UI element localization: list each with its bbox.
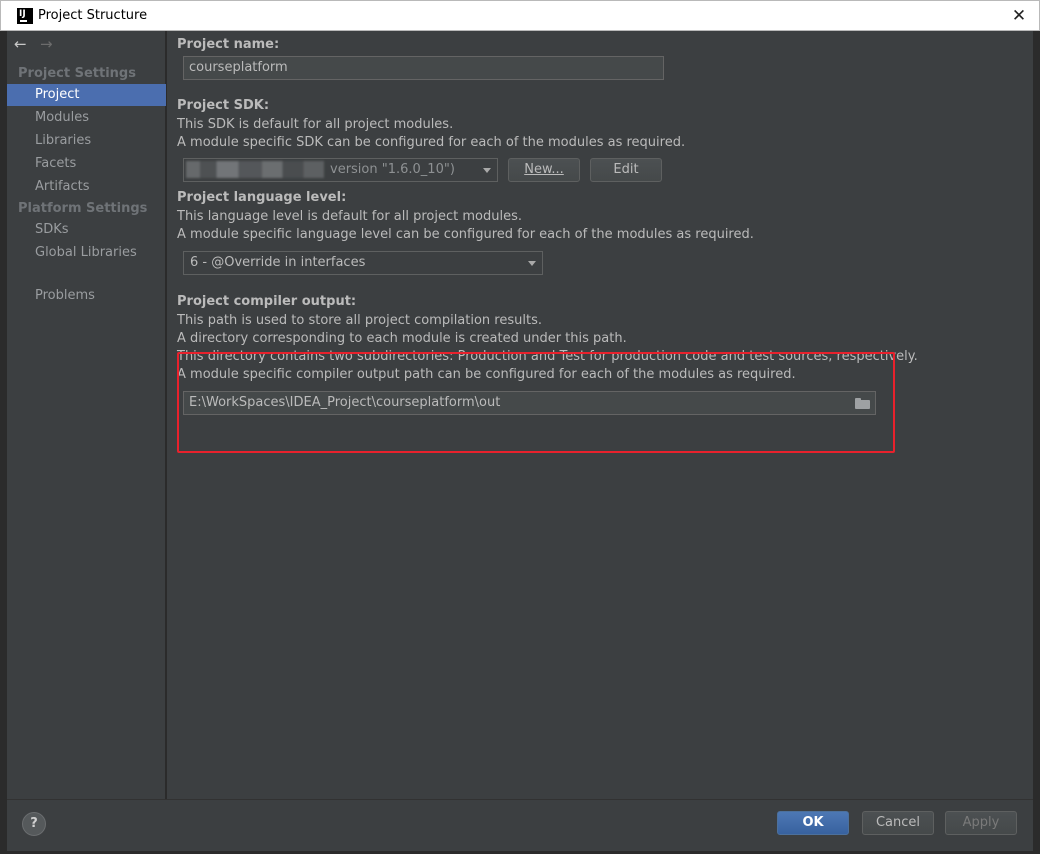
window-title: Project Structure: [38, 8, 148, 23]
redacted-sdk-name: [186, 161, 324, 178]
language-level-value: 6 - @Override in interfaces: [190, 255, 366, 270]
project-sdk-label: Project SDK:: [177, 98, 270, 113]
ok-button[interactable]: OK: [777, 811, 849, 835]
intellij-icon: IJ: [17, 8, 33, 24]
sidebar-item-artifacts[interactable]: Artifacts: [7, 176, 166, 198]
language-level-label: Project language level:: [177, 190, 347, 205]
language-level-desc-2: A module specific language level can be …: [177, 227, 754, 242]
sidebar-item-problems[interactable]: Problems: [7, 285, 166, 307]
help-button[interactable]: ?: [22, 812, 46, 836]
annotation-highlight-box: [177, 352, 895, 453]
arrow-right-icon: →: [40, 35, 53, 53]
chevron-down-icon: [483, 168, 491, 173]
arrow-left-icon[interactable]: ←: [14, 35, 27, 53]
close-icon[interactable]: ✕: [1009, 6, 1029, 26]
sidebar-item-project[interactable]: Project: [7, 84, 166, 106]
language-level-desc-1: This language level is default for all p…: [177, 209, 522, 224]
platform-settings-header: Platform Settings: [18, 201, 148, 216]
apply-button[interactable]: Apply: [945, 811, 1017, 835]
compiler-output-label: Project compiler output:: [177, 294, 357, 309]
sdk-desc-2: A module specific SDK can be configured …: [177, 135, 686, 150]
language-level-select[interactable]: 6 - @Override in interfaces: [183, 251, 543, 275]
sdk-desc-1: This SDK is default for all project modu…: [177, 117, 454, 132]
sidebar-item-facets[interactable]: Facets: [7, 153, 166, 175]
project-name-label: Project name:: [177, 37, 280, 52]
title-bar: IJ Project Structure ✕: [0, 0, 1040, 31]
sidebar-item-libraries[interactable]: Libraries: [7, 130, 166, 152]
sidebar-item-global-libraries[interactable]: Global Libraries: [7, 242, 166, 264]
cancel-button[interactable]: Cancel: [862, 811, 934, 835]
compiler-output-desc-2: A directory corresponding to each module…: [177, 331, 627, 346]
edit-sdk-button[interactable]: Edit: [590, 158, 662, 182]
project-name-input[interactable]: courseplatform: [183, 56, 664, 80]
sidebar-item-modules[interactable]: Modules: [7, 107, 166, 129]
chevron-down-icon: [528, 261, 536, 266]
sidebar-item-sdks[interactable]: SDKs: [7, 219, 166, 241]
project-settings-header: Project Settings: [18, 66, 136, 81]
sdk-select-value: version "1.6.0_10"): [330, 162, 455, 177]
compiler-output-desc-1: This path is used to store all project c…: [177, 313, 542, 328]
new-sdk-button[interactable]: New...: [508, 158, 580, 182]
